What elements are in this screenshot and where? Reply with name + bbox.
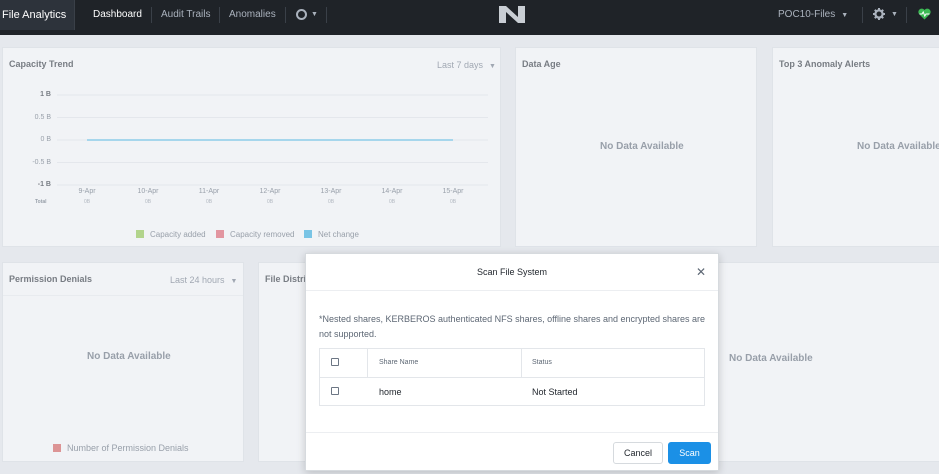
share-name-cell: home xyxy=(379,387,402,397)
health-heart-icon[interactable] xyxy=(918,8,931,20)
row-checkbox[interactable] xyxy=(331,387,339,395)
cluster-name: POC10-Files xyxy=(778,9,836,20)
nav-divider xyxy=(151,7,152,23)
top-nav-bar: File Analytics Dashboard Audit Trails An… xyxy=(0,0,939,35)
dialog-divider xyxy=(306,432,718,433)
column-divider xyxy=(521,349,522,377)
chevron-down-icon[interactable]: ▼ xyxy=(891,0,898,30)
shares-table: Share Name Status home Not Started xyxy=(319,348,705,406)
dialog-divider xyxy=(306,290,718,291)
select-all-checkbox[interactable] xyxy=(331,358,339,366)
dialog-title: Scan File System xyxy=(476,267,548,277)
nav-divider xyxy=(285,7,286,23)
scan-button[interactable]: Scan xyxy=(668,442,711,464)
gear-icon[interactable] xyxy=(873,8,885,20)
table-header-row: Share Name Status xyxy=(320,349,704,378)
app-title[interactable]: File Analytics xyxy=(0,0,76,30)
nav-divider xyxy=(862,7,863,23)
table-row[interactable]: home Not Started xyxy=(320,378,704,407)
scan-file-system-dialog: Scan File System ✕ *Nested shares, KERBE… xyxy=(305,253,719,471)
close-icon[interactable]: ✕ xyxy=(696,265,706,279)
column-header-status[interactable]: Status xyxy=(532,359,552,366)
nav-divider xyxy=(326,7,327,23)
unsupported-shares-note: *Nested shares, KERBEROS authenticated N… xyxy=(319,314,706,339)
cluster-selector[interactable]: POC10-Files ▼ xyxy=(778,0,848,30)
chevron-down-icon[interactable]: ▼ xyxy=(311,0,318,30)
nav-divider xyxy=(219,7,220,23)
status-cell: Not Started xyxy=(532,387,578,397)
nutanix-logo-icon xyxy=(499,6,525,23)
column-header-share-name[interactable]: Share Name xyxy=(379,359,418,366)
column-divider xyxy=(367,349,368,377)
tab-dashboard[interactable]: Dashboard xyxy=(93,0,142,30)
chevron-down-icon: ▼ xyxy=(841,12,849,19)
circle-menu-icon[interactable] xyxy=(296,9,307,20)
tab-anomalies[interactable]: Anomalies xyxy=(229,0,276,30)
cancel-button[interactable]: Cancel xyxy=(613,442,663,464)
tab-audit-trails[interactable]: Audit Trails xyxy=(161,0,210,30)
nav-divider xyxy=(906,7,907,23)
